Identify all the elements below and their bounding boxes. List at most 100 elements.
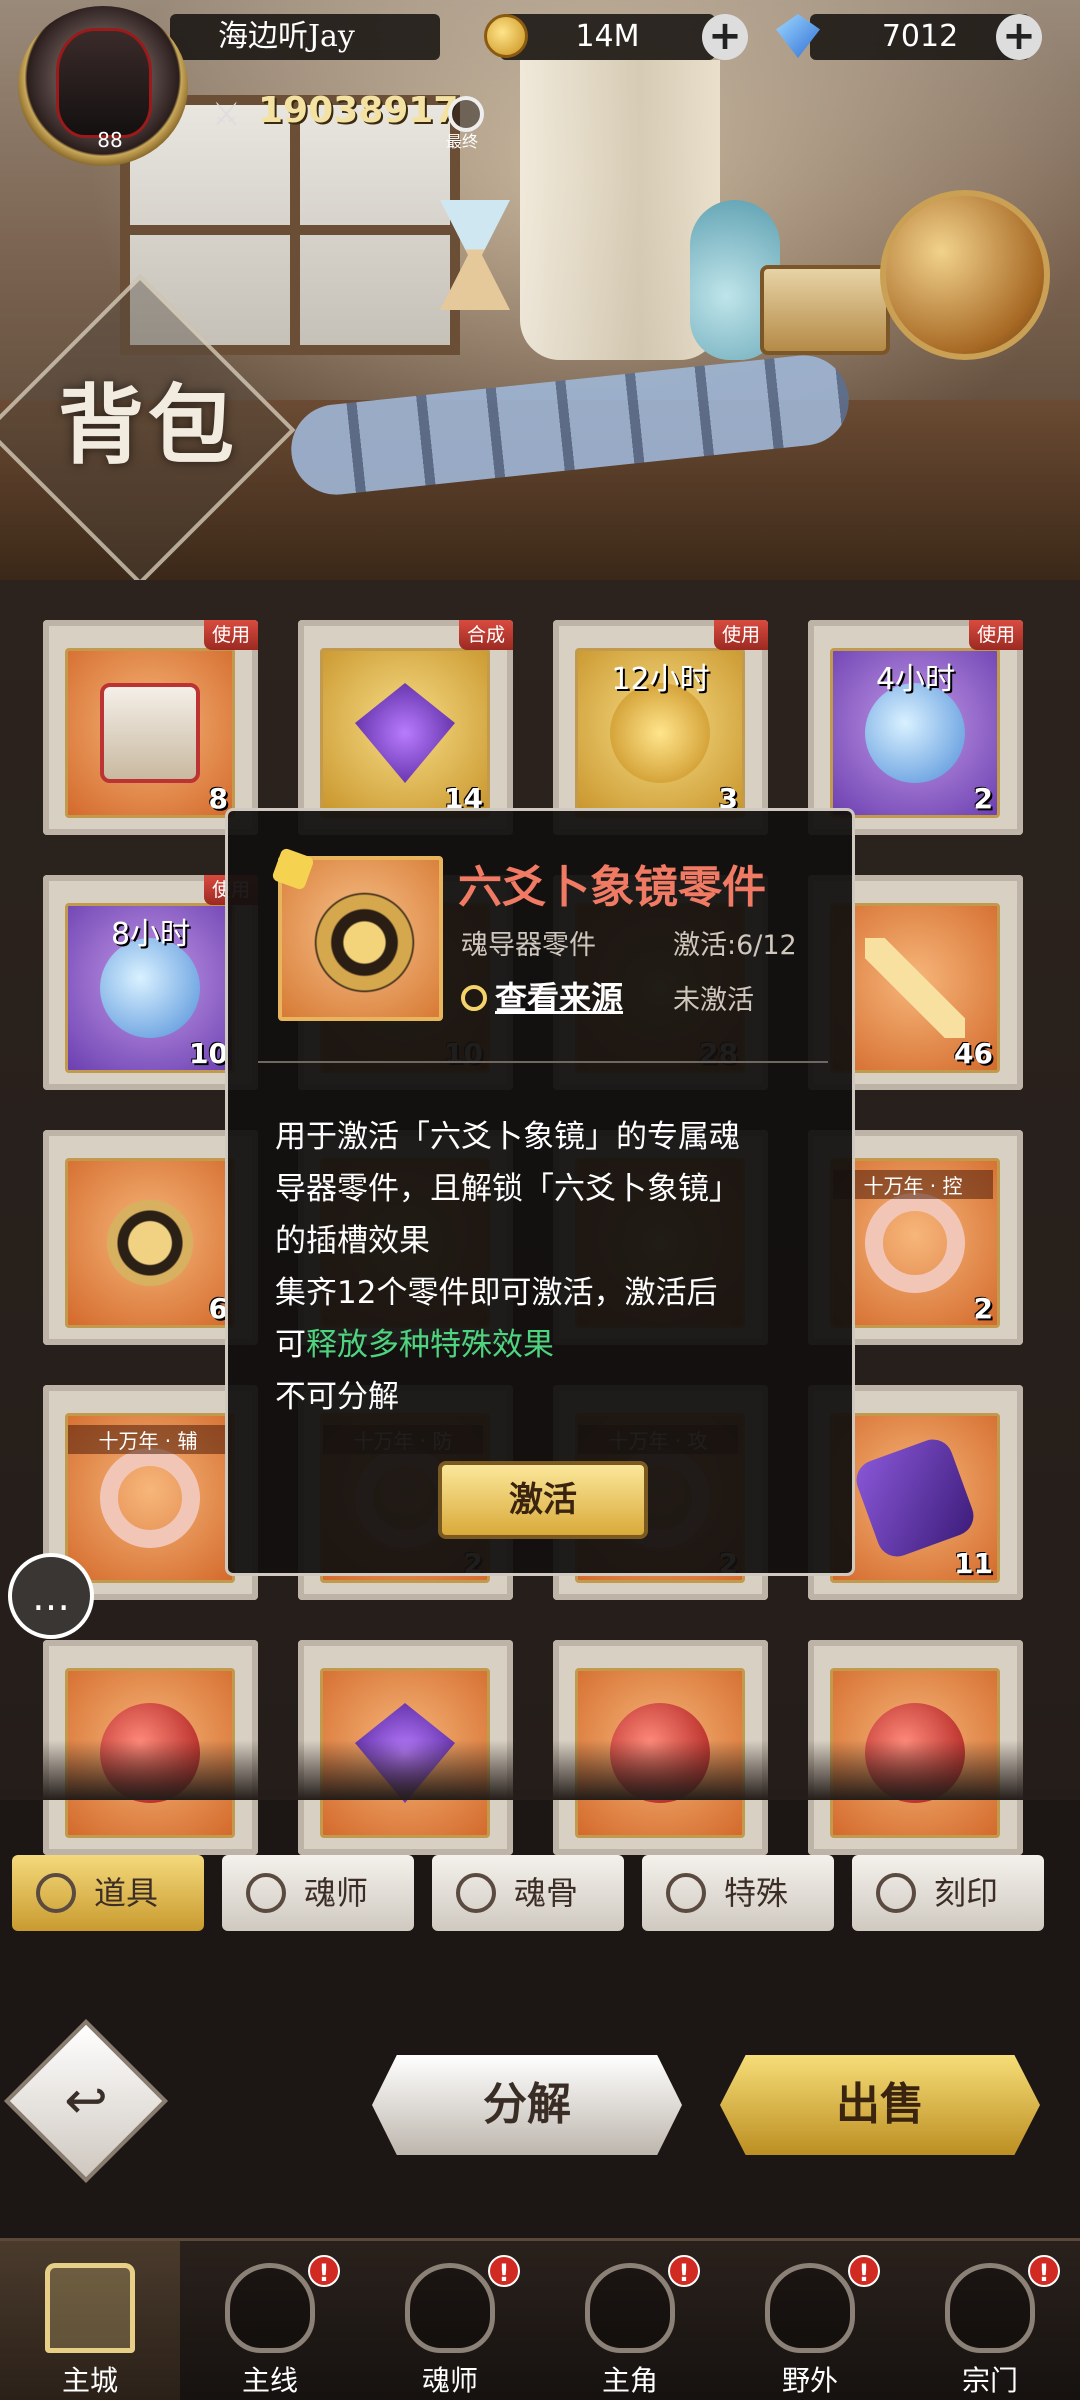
action-tag: 使用 — [968, 620, 1023, 650]
duration-label: 4小时 — [875, 662, 956, 697]
nav-label: 主线 — [241, 2364, 298, 2397]
player-level: 88 — [97, 128, 123, 152]
category-tabs: 道具 魂师 魂骨 特殊 刻印 — [0, 1855, 1080, 1935]
description-line: 的插槽效果 — [275, 1223, 430, 1259]
description-prefix: 可 — [275, 1327, 306, 1363]
inventory-slot[interactable]: 12小时 使用 3 — [553, 620, 768, 835]
soul-bone-icon — [456, 1873, 496, 1913]
crossed-swords-icon: ⚔ — [212, 95, 241, 133]
view-source-link[interactable]: 查看来源 — [461, 973, 623, 1019]
soul-ring-type-label: 十万年 · 控 — [833, 1170, 993, 1199]
bottom-nav: 主城 ! 主线 ! 魂师 ! 主角 ! 野外 ! 宗门 — [0, 2238, 1080, 2400]
item-count: 2 — [973, 1292, 993, 1325]
item-detail-popup: 六爻卜象镜零件 魂导器零件 激活:6/12 查看来源 未激活 用于激活「六爻卜象… — [225, 808, 855, 1576]
nav-wilderness[interactable]: ! 野外 — [720, 2241, 900, 2400]
decompose-button[interactable]: 分解 — [372, 2055, 682, 2155]
action-tag: 合成 — [458, 620, 513, 650]
tab-label: 刻印 — [934, 1874, 999, 1912]
avatar-portrait — [56, 28, 152, 138]
inventory-slot[interactable]: 合成 14 — [298, 620, 513, 835]
magnifier-icon — [461, 985, 487, 1011]
notification-badge: ! — [488, 2255, 520, 2287]
sell-button[interactable]: 出售 — [720, 2055, 1040, 2155]
search-caption: 最终 — [446, 132, 479, 151]
item-count: 2 — [973, 782, 993, 815]
chest-icon — [760, 265, 890, 355]
add-gold-button[interactable]: + — [702, 14, 748, 60]
potion-icon — [100, 938, 200, 1038]
nav-label: 魂师 — [421, 2364, 478, 2397]
nav-sect[interactable]: ! 宗门 — [900, 2241, 1080, 2400]
nav-protagonist[interactable]: ! 主角 — [540, 2241, 720, 2400]
nav-soul-masters[interactable]: ! 魂师 — [360, 2241, 540, 2400]
description-line: 不可分解 — [275, 1379, 399, 1415]
item-description: 用于激活「六爻卜象镜」的专属魂 导器零件，且解锁「六爻卜象镜」 的插槽效果 集齐… — [275, 1111, 815, 1423]
notification-badge: ! — [848, 2255, 880, 2287]
tab-label: 魂师 — [304, 1874, 369, 1912]
notification-badge: ! — [1028, 2255, 1060, 2287]
gold-coin-icon — [484, 14, 528, 58]
view-source-label: 查看来源 — [495, 979, 624, 1017]
inventory-slot[interactable]: 使用 8 — [43, 620, 258, 835]
item-type: 魂导器零件 — [461, 930, 596, 961]
item-count: 11 — [954, 1547, 993, 1580]
activation-progress: 激活:6/12 — [673, 930, 797, 961]
player-name: 海边听Jay — [170, 14, 440, 60]
soul-master-icon — [246, 1873, 286, 1913]
inventory-slot[interactable]: 4小时 使用 2 — [808, 620, 1023, 835]
nav-label: 宗门 — [961, 2364, 1018, 2397]
feather-icon — [666, 1873, 706, 1913]
soul-ring-type-label: 十万年 · 辅 — [68, 1425, 228, 1454]
grid-fade — [0, 1740, 1080, 1800]
tab-items[interactable]: 道具 — [12, 1855, 204, 1931]
item-count: 8 — [208, 782, 228, 815]
mirror-part-icon — [100, 1193, 200, 1293]
nav-label: 野外 — [781, 2364, 838, 2397]
duration-label: 12小时 — [611, 662, 710, 697]
activation-status: 未激活 — [673, 985, 754, 1016]
items-icon — [36, 1873, 76, 1913]
top-bar: 海边听Jay 14M + 7012 + 88 ⚔ 19038917 最终 — [0, 0, 1080, 166]
nav-label: 主角 — [601, 2364, 658, 2397]
item-count: 10 — [189, 1037, 228, 1070]
shield-icon — [765, 2263, 855, 2353]
tab-soul-bones[interactable]: 魂骨 — [432, 1855, 624, 1931]
notification-badge: ! — [308, 2255, 340, 2287]
nav-label: 主城 — [61, 2364, 118, 2397]
add-diamond-button[interactable]: + — [996, 14, 1042, 60]
chat-button[interactable]: … — [8, 1553, 94, 1639]
mirror-part-icon — [307, 885, 422, 1000]
tab-label: 魂骨 — [514, 1874, 579, 1912]
combat-power: 19038917 — [258, 90, 459, 131]
sect-emblem-icon — [945, 2263, 1035, 2353]
activate-button[interactable]: 激活 — [438, 1461, 648, 1539]
gift-box-icon — [100, 683, 200, 783]
tab-imprint[interactable]: 刻印 — [852, 1855, 1044, 1931]
orb-icon — [876, 1873, 916, 1913]
item-icon-frame — [271, 847, 443, 1021]
tab-soul-masters[interactable]: 魂师 — [222, 1855, 414, 1931]
story-icon — [225, 2263, 315, 2353]
potion-icon — [865, 683, 965, 783]
description-line: 导器零件，且解锁「六爻卜象镜」 — [275, 1171, 740, 1207]
nav-main-story[interactable]: ! 主线 — [180, 2241, 360, 2400]
item-count: 46 — [954, 1037, 993, 1070]
scroll-icon — [850, 1433, 980, 1563]
chat-bubble-icon: … — [32, 1575, 70, 1619]
description-highlight: 释放多种特殊效果 — [306, 1327, 554, 1363]
tab-special[interactable]: 特殊 — [642, 1855, 834, 1931]
item-name: 六爻卜象镜零件 — [458, 862, 766, 913]
nav-main-city[interactable]: 主城 — [0, 2241, 180, 2400]
globe-icon — [880, 190, 1050, 360]
sword-icon — [865, 938, 965, 1038]
description-line: 用于激活「六爻卜象镜」的专属魂 — [275, 1119, 740, 1155]
page-title: 背包 — [58, 375, 238, 476]
purple-gem-icon — [355, 683, 455, 783]
soul-ring-icon — [865, 1193, 965, 1293]
back-arrow-icon: ↩ — [64, 2071, 108, 2131]
action-tag: 使用 — [203, 620, 258, 650]
description-line: 集齐12个零件即可激活，激活后 — [275, 1275, 718, 1311]
search-icon[interactable] — [448, 96, 484, 132]
tab-label: 道具 — [94, 1874, 159, 1912]
gold-amount: 14M — [500, 14, 715, 60]
